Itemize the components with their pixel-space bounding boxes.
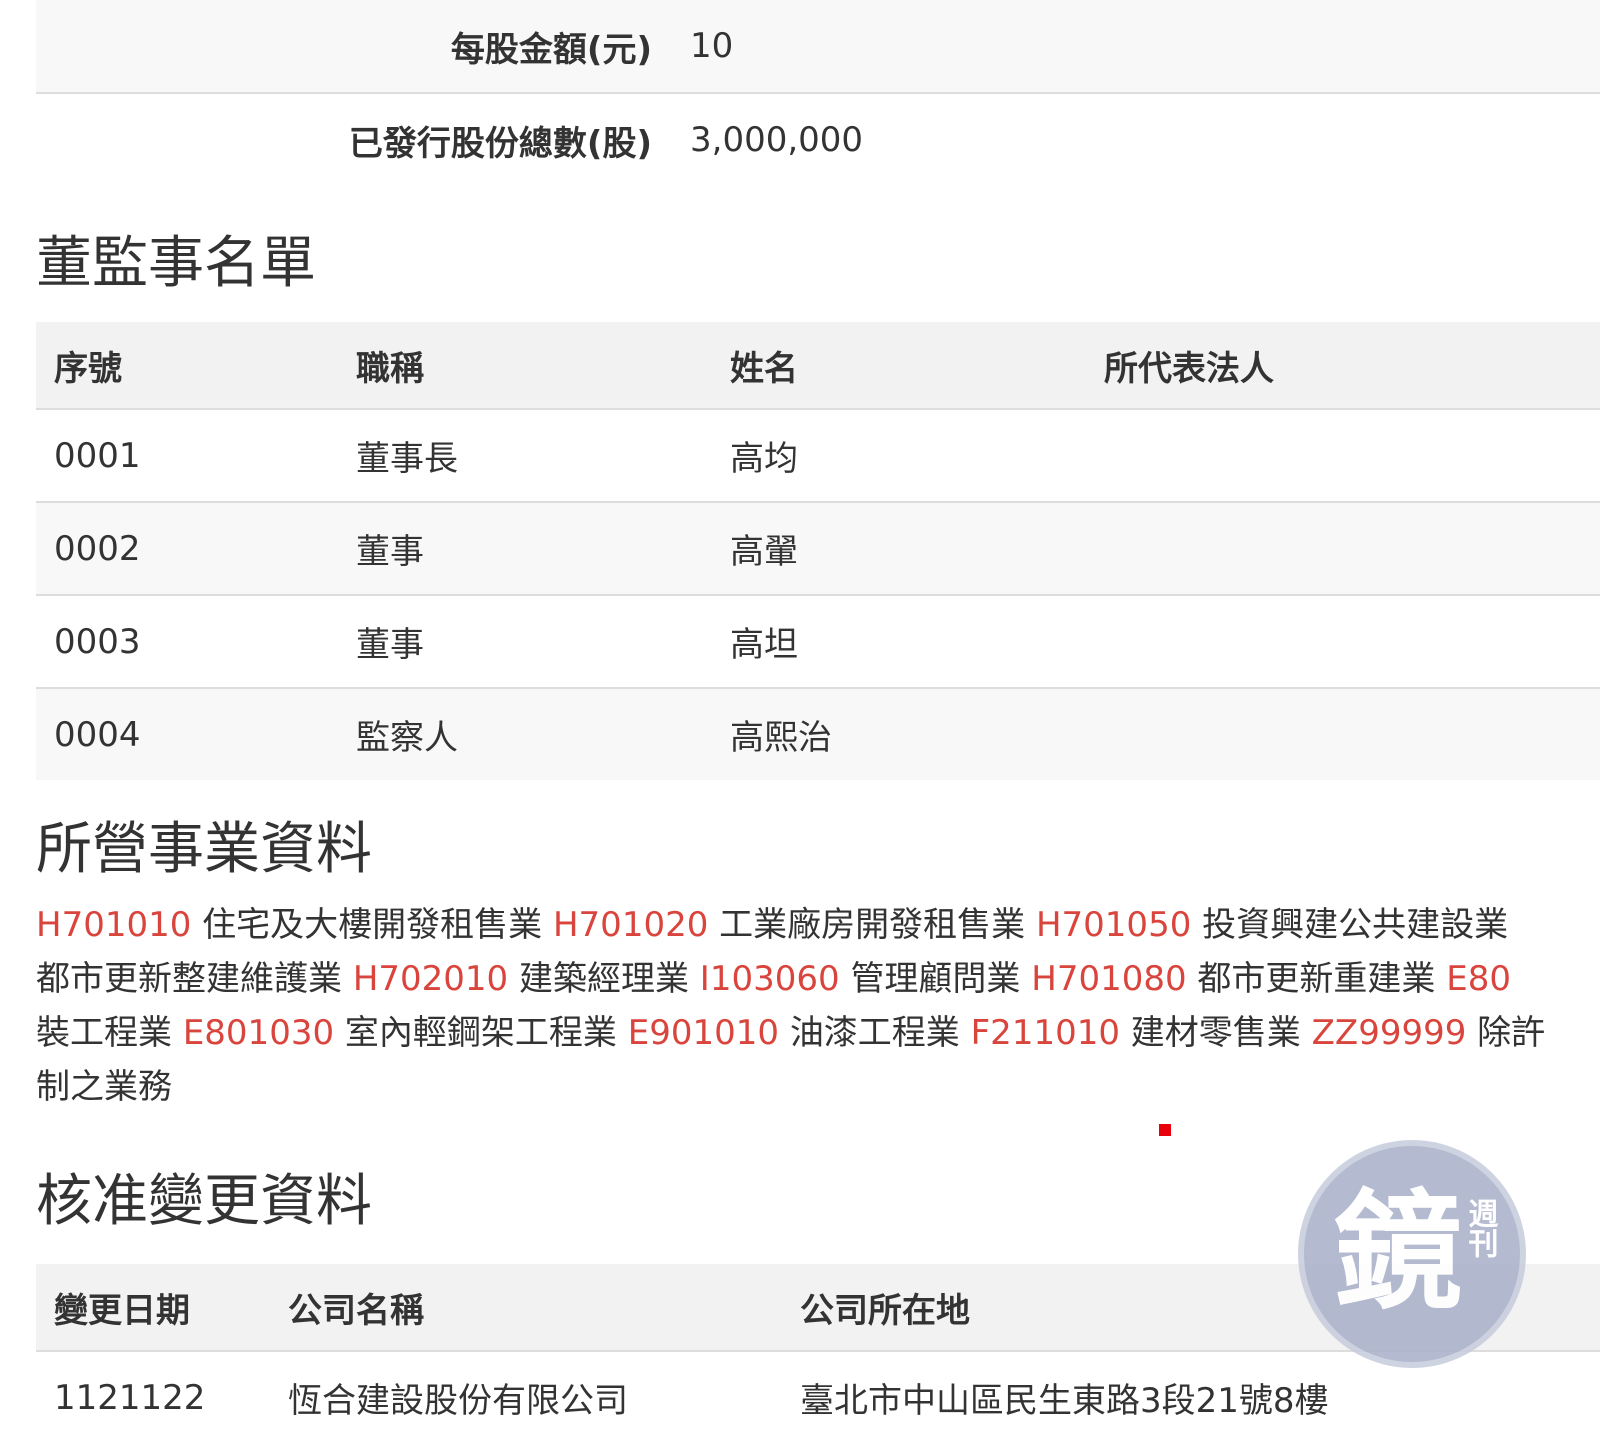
- director-position: 監察人: [356, 718, 458, 758]
- director-name: 高翬: [730, 532, 798, 572]
- business-desc: 投資興建公共建設業: [1202, 905, 1509, 945]
- table-row: 0003 董事 高坦: [36, 595, 1600, 688]
- director-name: 高均: [730, 439, 798, 479]
- director-name: 高熙治: [730, 718, 832, 758]
- business-desc: 建材零售業: [1130, 1013, 1301, 1053]
- directors-title: 董監事名單: [36, 231, 316, 296]
- directors-table: 序號 職稱 姓名 所代表法人 0001 董事長 高均 0002 董事 高翬 00…: [36, 322, 1600, 780]
- director-position: 董事: [356, 625, 424, 665]
- total-shares: 3,000,000: [690, 120, 864, 160]
- director-position: 董事: [356, 532, 424, 572]
- total-shares-row: 已發行股份總數(股) 3,000,000: [36, 94, 1600, 186]
- mirror-weekly-logo-icon: 鏡 週刊: [1334, 1178, 1499, 1327]
- business-code: I103060: [699, 959, 840, 999]
- directors-header-row: 序號 職稱 姓名 所代表法人: [36, 322, 1600, 409]
- col-date-header: 變更日期: [54, 1290, 190, 1331]
- business-desc: 裝工程業: [36, 1013, 172, 1053]
- col-rep-header: 所代表法人: [1104, 348, 1274, 389]
- business-line: 裝工程業 E801030 室內輕鋼架工程業 E901010 油漆工程業 F211…: [36, 1006, 1600, 1060]
- table-row: 0002 董事 高翬: [36, 502, 1600, 595]
- col-no-header: 序號: [54, 348, 122, 389]
- business-code: H702010: [352, 959, 509, 999]
- logo-main-glyph: 鏡: [1334, 1178, 1462, 1327]
- table-row: 0004 監察人 高熙治: [36, 688, 1600, 780]
- director-no: 0001: [54, 435, 141, 476]
- business-desc: 管理顧問業: [850, 959, 1021, 999]
- business-title: 所營事業資料: [36, 817, 372, 882]
- par-value: 10: [690, 26, 734, 66]
- business-desc: 室內輕鋼架工程業: [344, 1013, 617, 1053]
- table-row: 0001 董事長 高均: [36, 409, 1600, 502]
- business-code: E901010: [627, 1013, 779, 1053]
- business-code: E80: [1446, 959, 1511, 999]
- director-rep: [1086, 595, 1600, 688]
- business-line: H701010 住宅及大樓開發租售業 H701020 工業廠房開發租售業 H70…: [36, 898, 1600, 952]
- director-rep: [1086, 688, 1600, 780]
- business-desc: 都市更新整建維護業: [36, 959, 342, 999]
- change-date: 1121122: [54, 1377, 206, 1418]
- business-line: 制之業務: [36, 1060, 1600, 1114]
- change-address: 臺北市中山區民生東路3段21號8樓: [800, 1381, 1329, 1421]
- business-desc: 制之業務: [36, 1067, 172, 1107]
- business-desc: 除許: [1477, 1013, 1546, 1053]
- business-desc: 都市更新重建業: [1197, 959, 1436, 999]
- business-line: 都市更新整建維護業 H702010 建築經理業 I103060 管理顧問業 H7…: [36, 952, 1600, 1006]
- director-rep: [1086, 502, 1600, 595]
- business-items: H701010 住宅及大樓開發租售業 H701020 工業廠房開發租售業 H70…: [36, 898, 1600, 1114]
- business-desc: 油漆工程業: [789, 1013, 960, 1053]
- business-code: F211010: [970, 1013, 1120, 1053]
- business-desc: 建築經理業: [518, 959, 689, 999]
- business-desc: 住宅及大樓開發租售業: [202, 905, 543, 945]
- par-value-row: 每股金額(元) 10: [36, 0, 1600, 94]
- mirror-weekly-logo: 鏡 週刊: [1298, 1140, 1526, 1368]
- business-code: H701010: [36, 905, 192, 945]
- director-no: 0002: [54, 528, 141, 569]
- change-company: 恆合建設股份有限公司: [288, 1381, 628, 1421]
- director-position: 董事長: [356, 439, 458, 479]
- par-value-label: 每股金額(元): [450, 29, 652, 70]
- red-marker: [1159, 1124, 1171, 1136]
- table-row: 1121122 恆合建設股份有限公司 臺北市中山區民生東路3段21號8樓: [36, 1351, 1600, 1443]
- business-desc: 工業廠房開發租售業: [719, 905, 1026, 945]
- total-shares-label: 已發行股份總數(股): [348, 123, 652, 164]
- business-code: H701050: [1035, 905, 1192, 945]
- director-no: 0004: [54, 714, 141, 755]
- col-company-header: 公司名稱: [288, 1290, 424, 1331]
- business-code: H701080: [1031, 959, 1187, 999]
- director-rep: [1086, 409, 1600, 502]
- business-code: E801030: [182, 1013, 335, 1053]
- col-name-header: 姓名: [730, 348, 798, 389]
- director-no: 0003: [54, 621, 141, 662]
- business-code: H701020: [552, 905, 709, 945]
- business-code: ZZ99999: [1311, 1013, 1467, 1053]
- director-name: 高坦: [730, 625, 798, 665]
- logo-sub-glyph: 週刊: [1463, 1198, 1499, 1258]
- col-position-header: 職稱: [356, 348, 424, 389]
